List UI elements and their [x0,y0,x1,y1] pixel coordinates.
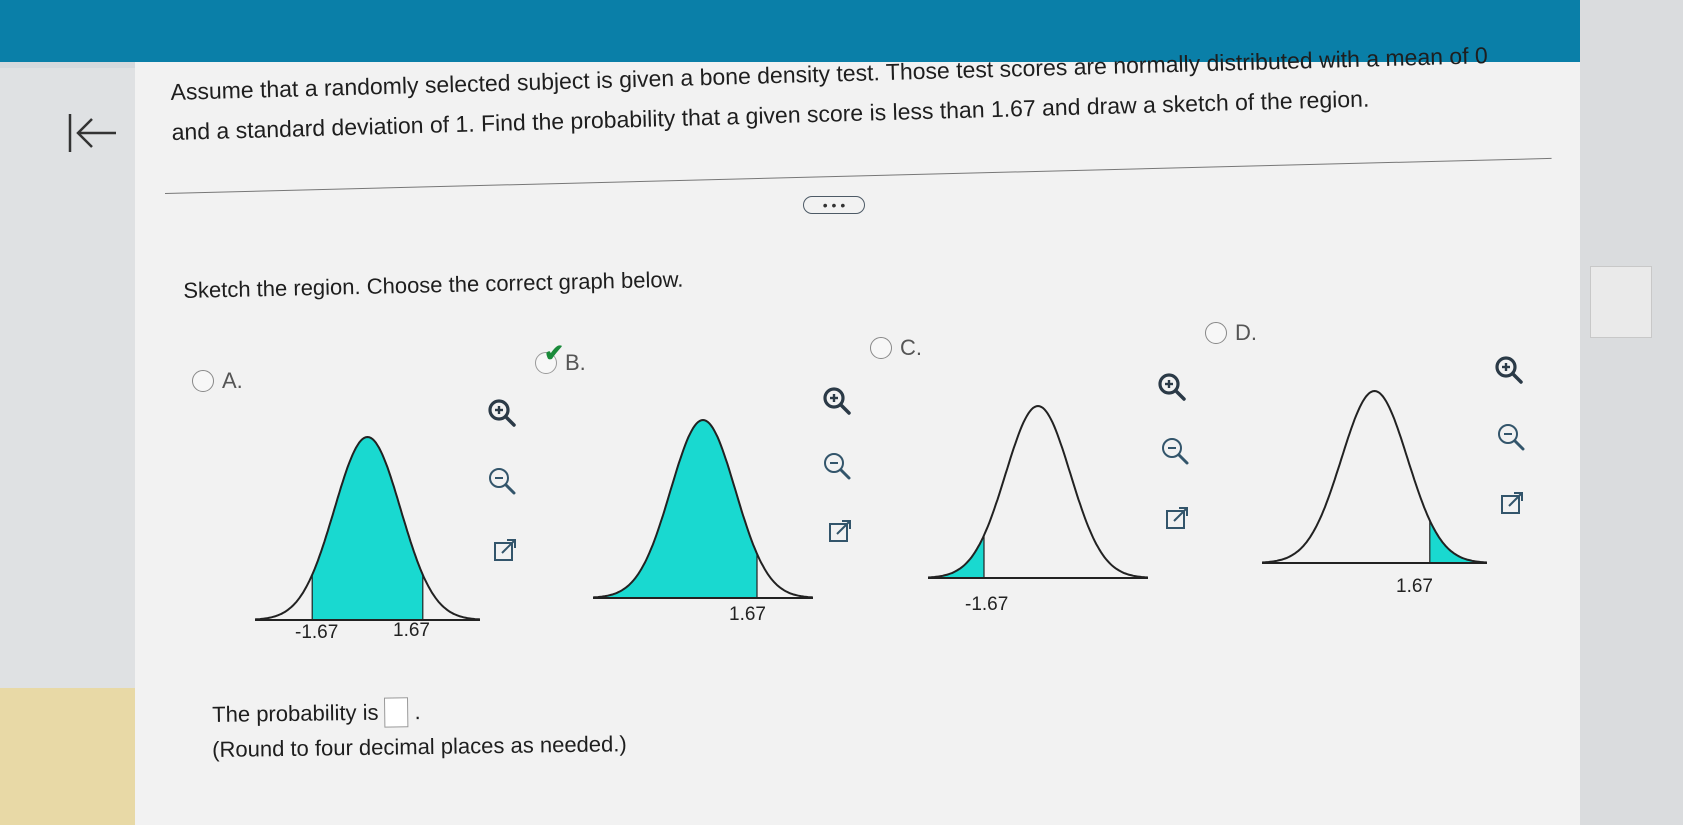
option-c[interactable]: C. [870,335,922,361]
option-a-label: A. [222,368,243,393]
graph-a [255,435,480,621]
radio-a[interactable] [192,370,214,392]
tick-label: -1.67 [965,594,1009,615]
tick-label: 1.67 [1396,576,1433,597]
normal-curve [1262,389,1487,564]
zoom-in-icon [1495,356,1523,384]
tick-label: 1.67 [393,620,430,641]
probability-prefix: The probability is [212,699,379,727]
zoom-in-icon [823,387,851,415]
zoom-in-button[interactable] [1157,372,1187,402]
more-button[interactable]: • • • [803,196,865,214]
external-link-icon [1501,492,1523,514]
left-panel [0,68,135,688]
external-link-icon [1166,507,1188,529]
right-panel [1580,0,1683,825]
open-external-button[interactable] [1497,488,1527,518]
probability-suffix: . [414,699,421,725]
option-d[interactable]: D. [1205,320,1257,346]
option-c-label: C. [900,335,922,360]
zoom-in-button[interactable] [1494,355,1524,385]
normal-curve [928,404,1148,579]
zoom-in-button[interactable] [822,386,852,416]
external-link-icon [829,520,851,542]
zoom-out-icon [489,468,516,495]
external-link-icon [494,539,516,561]
graph-c [928,404,1148,579]
radio-b[interactable]: ✔ [535,340,564,374]
zoom-out-icon [1162,438,1189,465]
graph-d [1262,389,1487,564]
probability-input[interactable] [384,697,409,728]
open-external-button[interactable] [825,516,855,546]
back-button[interactable] [62,108,122,158]
zoom-out-button[interactable] [822,451,852,481]
zoom-out-button[interactable] [1160,436,1190,466]
shaded-region [593,419,758,599]
open-external-button[interactable] [1162,503,1192,533]
zoom-in-icon [1158,373,1186,401]
tick-label: -1.67 [295,622,339,643]
probability-line: The probability is . [212,697,421,730]
zoom-out-icon [1498,424,1525,451]
zoom-out-icon [824,453,851,480]
option-b[interactable]: ✔ B. [535,340,586,376]
tick-label: 1.67 [729,604,766,625]
option-d-label: D. [1235,320,1257,345]
checkmark-icon: ✔ [544,340,565,367]
open-external-button[interactable] [490,535,520,565]
zoom-out-button[interactable] [487,466,517,496]
zoom-in-button[interactable] [487,398,517,428]
back-arrow-icon [68,114,116,152]
zoom-out-button[interactable] [1496,422,1526,452]
radio-d[interactable] [1205,322,1227,344]
radio-c[interactable] [870,337,892,359]
graph-b [593,418,813,599]
side-answer-box [1590,266,1652,338]
zoom-in-icon [488,399,516,427]
option-b-label: B. [565,350,586,375]
option-a[interactable]: A. [192,368,243,394]
